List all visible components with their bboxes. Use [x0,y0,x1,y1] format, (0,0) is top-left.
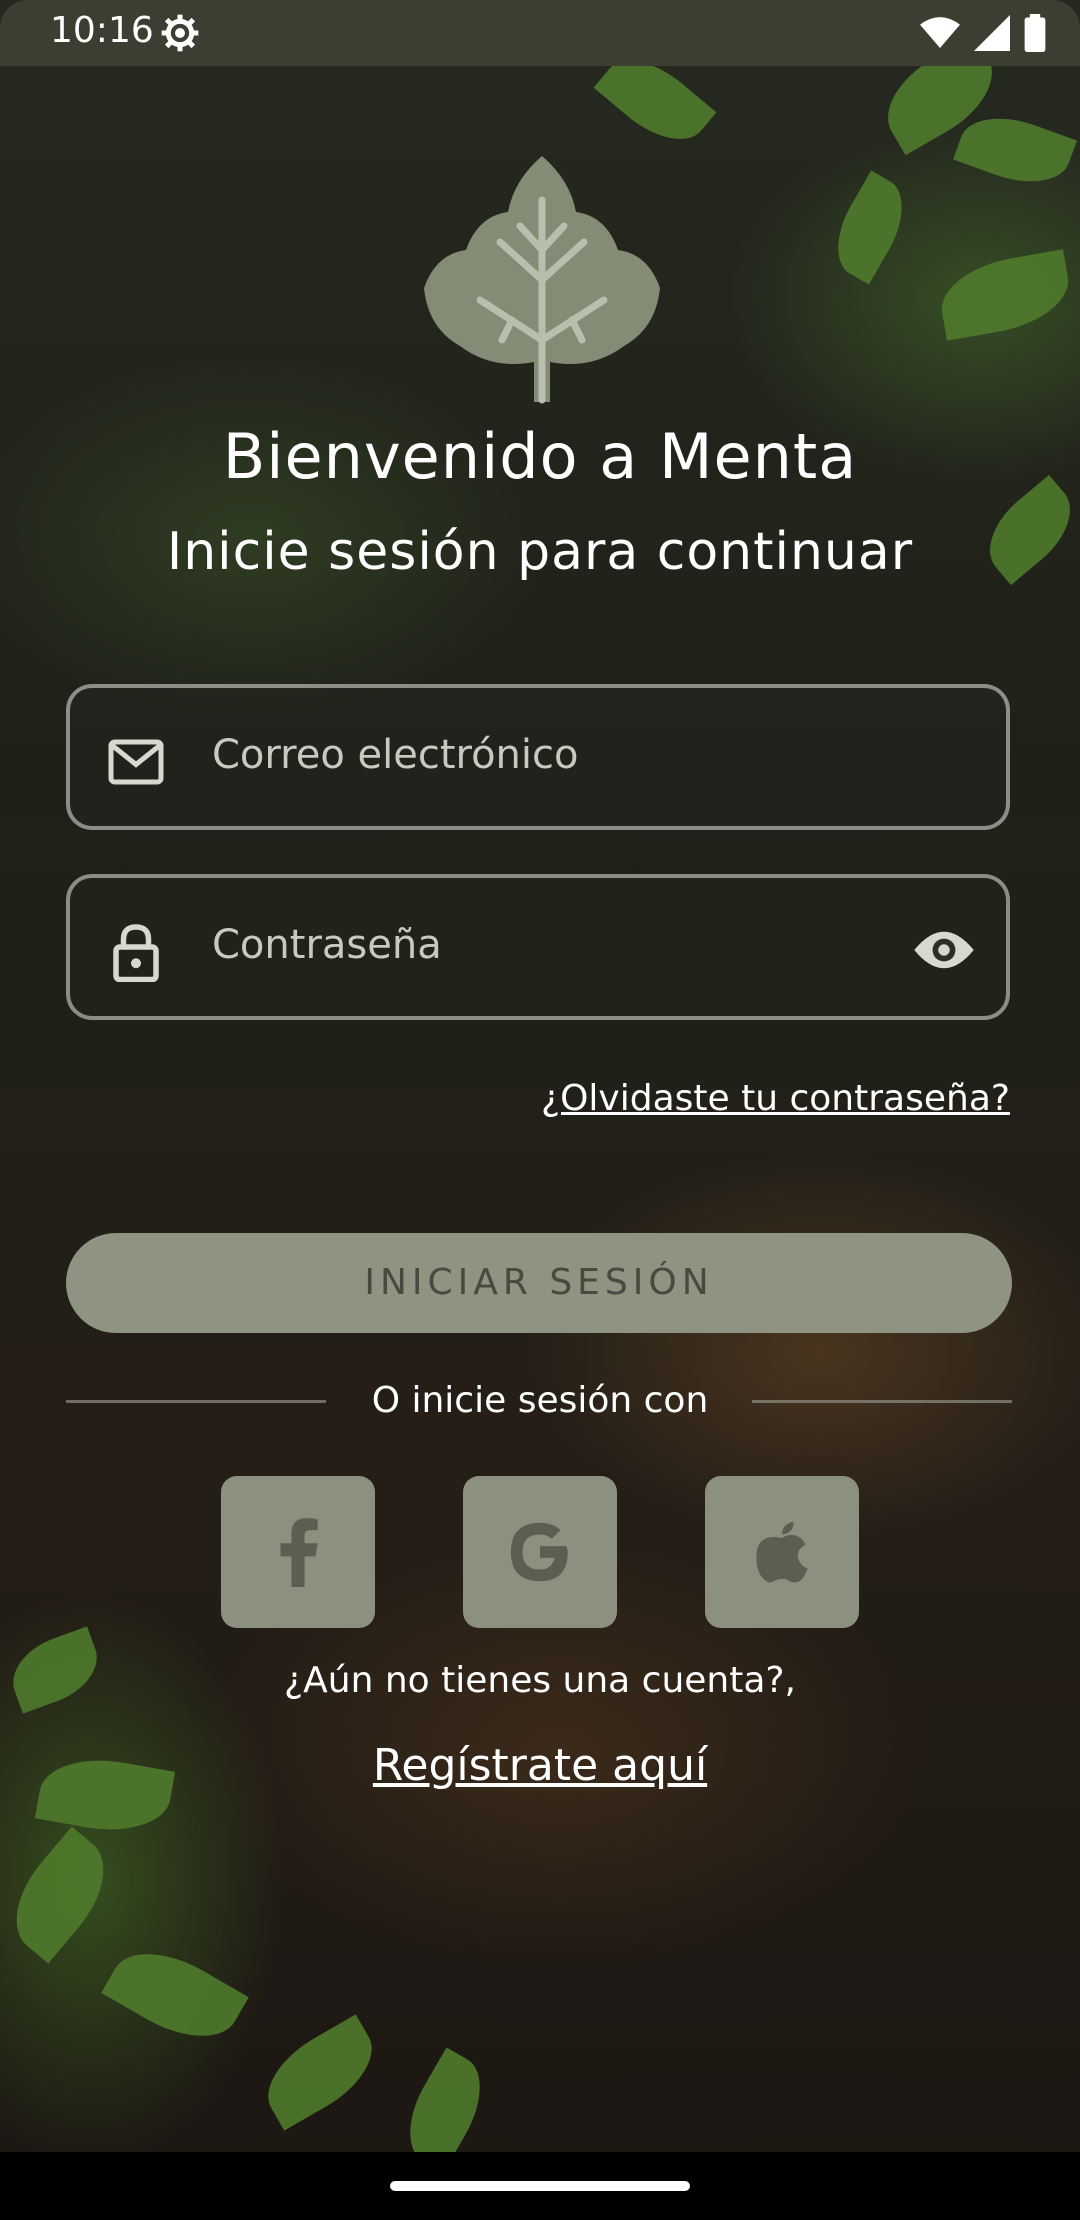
lock-icon [113,924,159,982]
status-time: 10:16 [50,10,154,51]
no-account-prompt: ¿Aún no tienes una cuenta?, [284,1660,796,1701]
facebook-icon [280,1518,318,1587]
mail-icon [108,739,164,785]
forgot-password-link[interactable]: ¿Olvidaste tu contraseña? [541,1078,1010,1119]
battery-icon [1024,14,1046,52]
wifi-icon [920,17,960,48]
google-login-button[interactable] [463,1476,617,1628]
menta-leaf-logo [424,156,660,404]
password-placeholder: Contraseña [212,922,442,968]
register-link[interactable]: Regístrate aquí [373,1740,707,1791]
login-subtitle: Inicie sesión para continuar [166,522,914,582]
email-placeholder: Correo electrónico [212,732,579,778]
password-field[interactable]: Contraseña [66,874,1010,1020]
email-field[interactable]: Correo electrónico [66,684,1010,830]
apple-login-button[interactable] [705,1476,859,1628]
signal-icon [974,15,1010,51]
social-divider-text: O inicie sesión con [371,1380,709,1421]
google-icon [510,1522,568,1582]
apple-icon [756,1521,808,1583]
welcome-title: Bienvenido a Menta [222,420,858,493]
home-gesture-handle[interactable] [390,2181,690,2191]
gear-icon [161,14,199,52]
login-button[interactable]: INICIAR SESIÓN [66,1233,1012,1333]
status-bar: 10:16 [0,0,1080,66]
eye-icon[interactable] [912,922,976,978]
register-link-wrapper: Regístrate aquí [0,1740,1080,1791]
status-icons [920,14,1046,52]
facebook-login-button[interactable] [221,1476,375,1628]
